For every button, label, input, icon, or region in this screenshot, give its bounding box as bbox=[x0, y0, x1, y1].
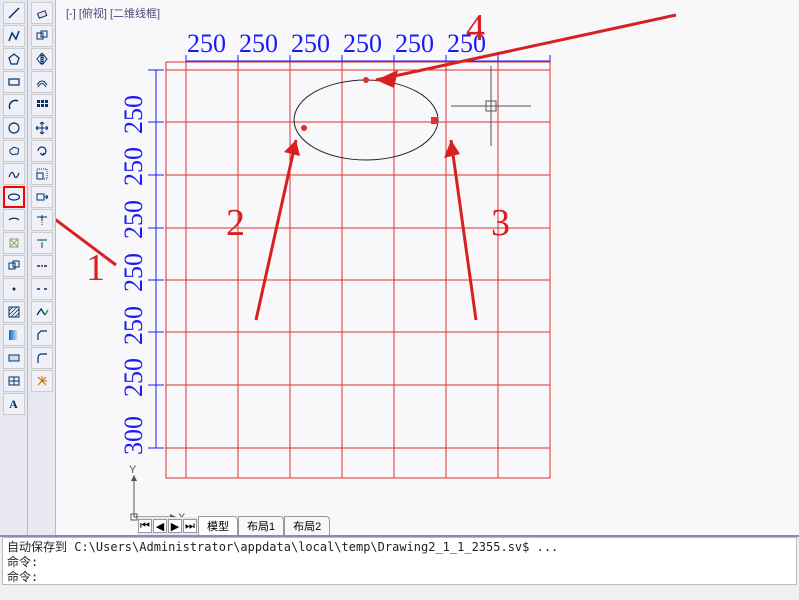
spline-tool[interactable] bbox=[3, 163, 25, 185]
rect-tool[interactable] bbox=[3, 71, 25, 93]
red-grid bbox=[166, 62, 550, 478]
ellipse-arc-tool[interactable] bbox=[3, 209, 25, 231]
ann-3: 3 bbox=[491, 202, 510, 244]
extend-tool[interactable] bbox=[31, 232, 53, 254]
offset-tool[interactable] bbox=[31, 71, 53, 93]
drawing-svg: 250 250 250 250 250 250 300 250 250 250 … bbox=[56, 0, 796, 490]
ann-4: 4 bbox=[466, 7, 485, 49]
revcloud-tool[interactable] bbox=[3, 140, 25, 162]
hatch-tool[interactable] bbox=[3, 301, 25, 323]
command-history: 自动保存到 C:\Users\Administrator\appdata\loc… bbox=[2, 537, 797, 585]
point-tool[interactable] bbox=[3, 278, 25, 300]
ann-1: 1 bbox=[86, 247, 105, 289]
dim-left-3: 250 bbox=[119, 253, 148, 292]
tab-prev-icon[interactable]: ◀ bbox=[153, 519, 167, 533]
join-tool[interactable] bbox=[31, 301, 53, 323]
fillet-tool[interactable] bbox=[31, 347, 53, 369]
block-tool[interactable] bbox=[3, 255, 25, 277]
ellipse-tool[interactable] bbox=[3, 186, 25, 208]
dim-left-6: 250 bbox=[119, 95, 148, 134]
dim-top-3: 250 bbox=[343, 29, 382, 58]
tab-last-icon[interactable]: ⏭ bbox=[183, 519, 197, 533]
rotate-tool[interactable] bbox=[31, 140, 53, 162]
pline-tool[interactable] bbox=[3, 25, 25, 47]
ann-2: 2 bbox=[226, 202, 245, 244]
grip-left[interactable] bbox=[301, 125, 307, 131]
grip-right[interactable] bbox=[431, 117, 438, 124]
draw-toolbar: A bbox=[0, 0, 28, 535]
chamfer-tool[interactable] bbox=[31, 324, 53, 346]
cmd-line-2: 命令: bbox=[7, 555, 792, 570]
command-window[interactable]: 自动保存到 C:\Users\Administrator\appdata\loc… bbox=[0, 535, 799, 600]
crosshair-cursor bbox=[451, 66, 531, 146]
cmd-line-1: 自动保存到 C:\Users\Administrator\appdata\loc… bbox=[7, 540, 792, 555]
tab-layout2[interactable]: 布局2 bbox=[284, 516, 330, 535]
array-tool[interactable] bbox=[31, 94, 53, 116]
tab-model[interactable]: 模型 bbox=[198, 516, 238, 535]
ellipse-object[interactable] bbox=[294, 80, 438, 160]
dim-left-1: 250 bbox=[119, 358, 148, 397]
move-tool[interactable] bbox=[31, 117, 53, 139]
circle-tool[interactable] bbox=[3, 117, 25, 139]
tab-next-icon[interactable]: ▶ bbox=[168, 519, 182, 533]
dim-top-1: 250 bbox=[239, 29, 278, 58]
dim-left-0: 300 bbox=[119, 416, 148, 455]
ucs-icon: X Y bbox=[126, 465, 186, 525]
drawing-canvas[interactable]: [-] [俯视] [二维线框] 250 250 250 250 250 250 … bbox=[56, 0, 799, 535]
dim-ticks-left bbox=[148, 70, 164, 448]
region-tool[interactable] bbox=[3, 347, 25, 369]
line-tool[interactable] bbox=[3, 2, 25, 24]
break-at-tool[interactable] bbox=[31, 255, 53, 277]
dim-top-2: 250 bbox=[291, 29, 330, 58]
app-frame: A [-] [俯视] [二维线框] 250 250 250 250 250 25… bbox=[0, 0, 799, 535]
cmd-line-3: 命令: bbox=[7, 570, 792, 585]
erase-tool[interactable] bbox=[31, 2, 53, 24]
table-tool[interactable] bbox=[3, 370, 25, 392]
tab-layout1[interactable]: 布局1 bbox=[238, 516, 284, 535]
trim-tool[interactable] bbox=[31, 209, 53, 231]
insert-tool[interactable] bbox=[3, 232, 25, 254]
layout-tabs: ⏮ ◀ ▶ ⏭ 模型 布局1 布局2 bbox=[138, 517, 330, 535]
scale-tool[interactable] bbox=[31, 163, 53, 185]
modify-toolbar bbox=[28, 0, 56, 535]
tab-first-icon[interactable]: ⏮ bbox=[138, 519, 152, 533]
dim-left-2: 250 bbox=[119, 306, 148, 345]
dim-left-4: 250 bbox=[119, 200, 148, 239]
dim-top-4: 250 bbox=[395, 29, 434, 58]
stretch-tool[interactable] bbox=[31, 186, 53, 208]
gradient-tool[interactable] bbox=[3, 324, 25, 346]
polygon-tool[interactable] bbox=[3, 48, 25, 70]
dim-left-5: 250 bbox=[119, 147, 148, 186]
copy-tool[interactable] bbox=[31, 25, 53, 47]
dim-top-0: 250 bbox=[187, 29, 226, 58]
svg-text:Y: Y bbox=[129, 465, 137, 476]
explode-tool[interactable] bbox=[31, 370, 53, 392]
grip-top[interactable] bbox=[363, 77, 369, 83]
arc-tool[interactable] bbox=[3, 94, 25, 116]
mtext-tool[interactable]: A bbox=[3, 393, 25, 415]
mirror-tool[interactable] bbox=[31, 48, 53, 70]
break-tool[interactable] bbox=[31, 278, 53, 300]
